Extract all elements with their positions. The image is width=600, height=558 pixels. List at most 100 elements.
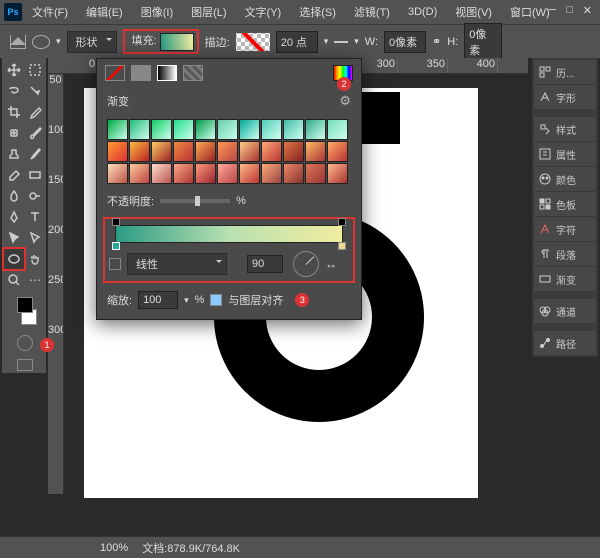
gradient-preset[interactable] (151, 163, 172, 184)
gradient-preset[interactable] (151, 141, 172, 162)
panel-character[interactable]: 字符 (534, 217, 596, 241)
panel-channels[interactable]: 通道 (534, 299, 596, 323)
ellipse-tool[interactable] (4, 249, 24, 269)
quick-select-tool[interactable] (25, 81, 45, 101)
panel-gradients[interactable]: 渐变 (534, 267, 596, 291)
menu-type[interactable]: 文字(Y) (237, 1, 290, 23)
panel-paragraph[interactable]: 段落 (534, 242, 596, 266)
screenmode-icon[interactable] (17, 359, 33, 371)
type-tool[interactable] (25, 207, 45, 227)
home-icon[interactable] (10, 35, 26, 49)
stroke-width-field[interactable]: 20 点 (276, 31, 318, 53)
maximize-icon[interactable]: □ (566, 4, 573, 17)
panel-properties[interactable]: 属性 (534, 142, 596, 166)
gradient-preset[interactable] (129, 141, 150, 162)
gradient-preset[interactable] (107, 141, 128, 162)
gradient-preset[interactable] (327, 163, 348, 184)
gradient-preset[interactable] (217, 163, 238, 184)
color-stop-left[interactable] (112, 242, 120, 250)
dodge-tool[interactable] (25, 186, 45, 206)
opacity-slider[interactable] (160, 199, 230, 203)
artboard-tool[interactable] (25, 60, 45, 80)
linear-checkbox[interactable] (109, 258, 121, 270)
gradient-preset[interactable] (305, 163, 326, 184)
panel-color[interactable]: 颜色 (534, 167, 596, 191)
gradient-preset[interactable] (195, 141, 216, 162)
panel-history[interactable]: 历... (534, 60, 596, 84)
gradient-preset[interactable] (261, 163, 282, 184)
panel-swatches[interactable]: 色板 (534, 192, 596, 216)
path-select-tool[interactable] (4, 228, 24, 248)
gradient-tool[interactable] (25, 165, 45, 185)
gradient-preset[interactable] (173, 141, 194, 162)
align-checkbox[interactable] (210, 294, 222, 306)
width-field[interactable]: 0像素 (384, 31, 426, 53)
crop-tool[interactable] (4, 102, 24, 122)
gradient-preset[interactable] (173, 163, 194, 184)
minimize-icon[interactable]: ─ (548, 4, 556, 17)
healing-tool[interactable] (4, 123, 24, 143)
gradient-preset[interactable] (261, 119, 282, 140)
gradient-preset[interactable] (129, 119, 150, 140)
height-field[interactable]: 0像素 (464, 23, 502, 61)
scale-field[interactable]: 100 (138, 291, 178, 309)
panel-paths[interactable]: 路径 (534, 331, 596, 355)
gradient-preset[interactable] (283, 119, 304, 140)
gradient-preset[interactable] (283, 163, 304, 184)
menu-layer[interactable]: 图层(L) (183, 1, 234, 23)
menu-3d[interactable]: 3D(D) (400, 3, 445, 21)
gradient-preset[interactable] (327, 119, 348, 140)
opacity-stop-left[interactable] (112, 218, 120, 226)
gradient-preset[interactable] (217, 141, 238, 162)
zoom-tool[interactable] (4, 270, 24, 290)
eraser-tool[interactable] (4, 165, 24, 185)
quickmask-icon[interactable] (17, 335, 33, 351)
gradient-preset[interactable] (107, 163, 128, 184)
panel-glyphs[interactable]: 字形 (534, 85, 596, 109)
direct-select-tool[interactable] (25, 228, 45, 248)
brush-tool[interactable] (25, 123, 45, 143)
menu-file[interactable]: 文件(F) (24, 1, 76, 23)
edit-toolbar[interactable]: ⋯ (25, 270, 45, 290)
menu-filter[interactable]: 滤镜(T) (346, 1, 398, 23)
gradient-preset[interactable] (195, 163, 216, 184)
fill-swatch[interactable] (160, 33, 194, 51)
stroke-swatch[interactable] (236, 33, 270, 51)
gradient-type-dropdown[interactable]: 线性 (127, 253, 227, 275)
menu-view[interactable]: 视图(V) (447, 1, 500, 23)
close-icon[interactable]: ✕ (583, 4, 592, 17)
angle-dial[interactable] (293, 251, 319, 277)
gradient-preset[interactable] (327, 141, 348, 162)
zoom-level[interactable]: 100% (100, 542, 128, 554)
fill-gradient[interactable] (157, 65, 177, 81)
menu-edit[interactable]: 编辑(E) (78, 1, 131, 23)
panel-styles[interactable]: 样式 (534, 117, 596, 141)
fill-pattern[interactable] (183, 65, 203, 81)
gradient-preset[interactable] (173, 119, 194, 140)
tool-preset-icon[interactable] (32, 35, 50, 49)
gradient-preset[interactable] (305, 119, 326, 140)
opacity-stop-right[interactable] (338, 218, 346, 226)
stamp-tool[interactable] (4, 144, 24, 164)
gradient-preset[interactable] (239, 163, 260, 184)
color-stop-right[interactable] (338, 242, 346, 250)
gradient-bar[interactable] (115, 225, 343, 243)
pen-tool[interactable] (4, 207, 24, 227)
gradient-preset[interactable] (217, 119, 238, 140)
fill-none[interactable] (105, 65, 125, 81)
gradient-preset[interactable] (195, 119, 216, 140)
eyedropper-tool[interactable] (25, 102, 45, 122)
move-tool[interactable] (4, 60, 24, 80)
gradient-preset[interactable] (107, 119, 128, 140)
fill-solid[interactable] (131, 65, 151, 81)
link-icon[interactable]: ⚭ (432, 35, 441, 48)
gradient-preset[interactable] (129, 163, 150, 184)
lasso-tool[interactable] (4, 81, 24, 101)
angle-field[interactable]: 90 (247, 255, 283, 273)
gradient-preset[interactable] (151, 119, 172, 140)
history-brush-tool[interactable] (25, 144, 45, 164)
menu-select[interactable]: 选择(S) (291, 1, 344, 23)
reverse-icon[interactable]: ↔ (325, 257, 337, 271)
gradient-preset[interactable] (261, 141, 282, 162)
gradient-preset[interactable] (283, 141, 304, 162)
